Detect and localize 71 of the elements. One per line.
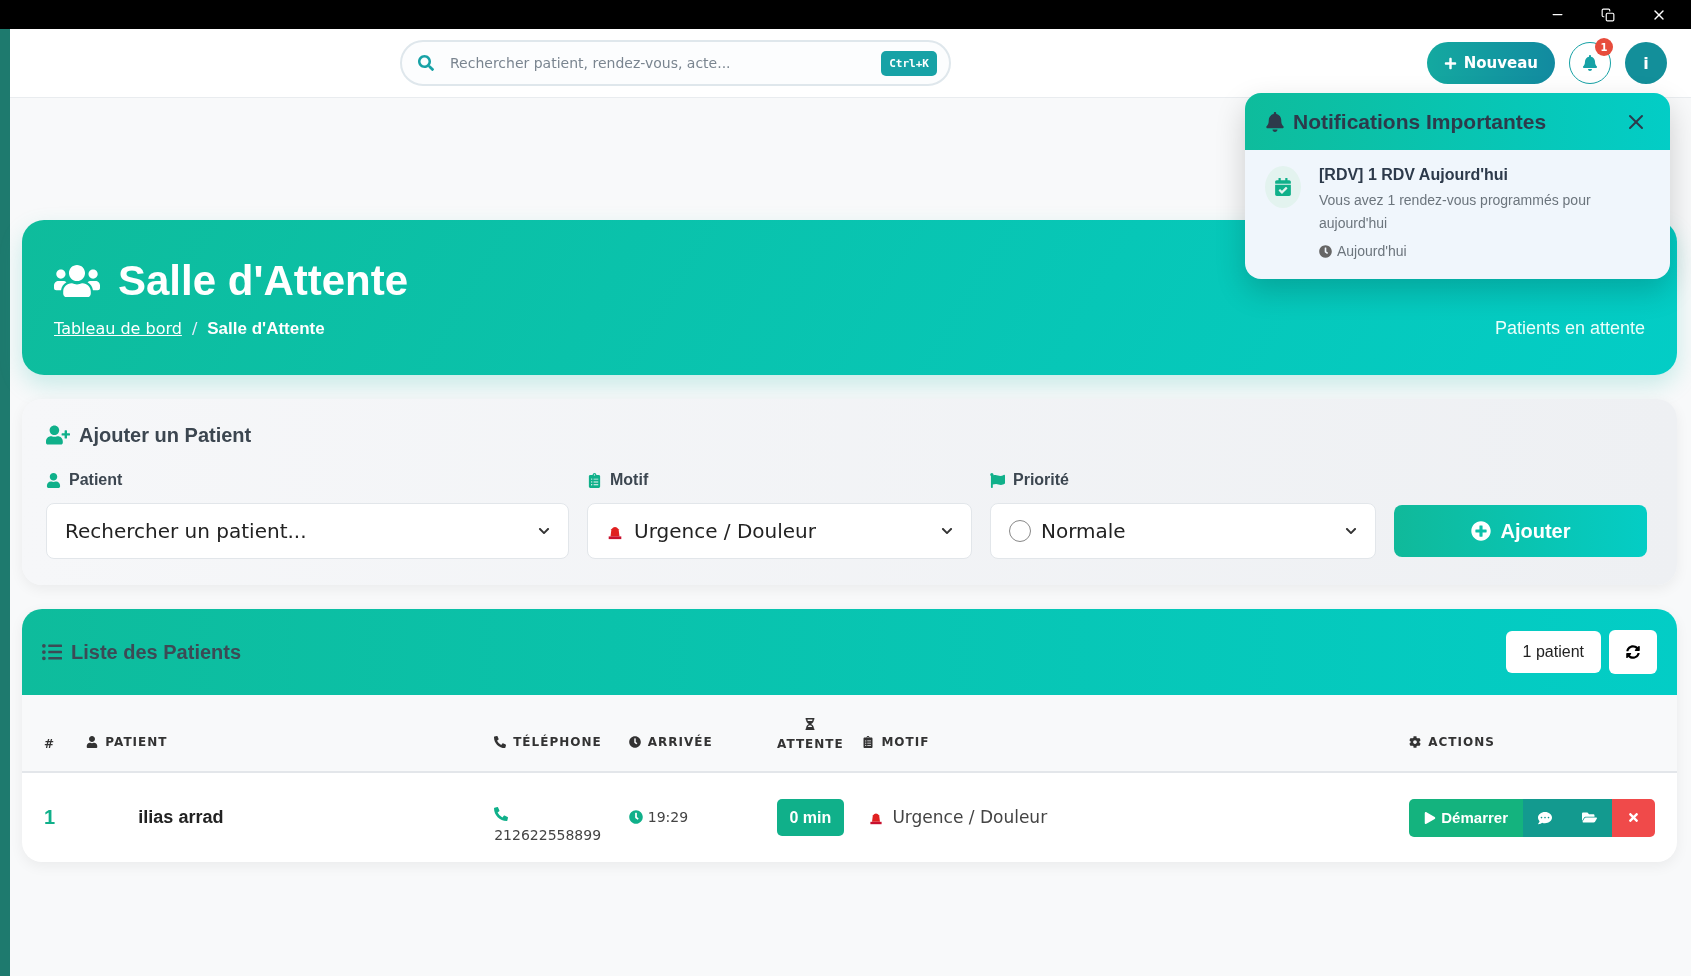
table-cell: Urgence / Douleur [862,772,1410,862]
column-header: # [22,695,87,772]
user-plus-icon [46,423,70,447]
clock-icon [628,809,643,824]
refresh-icon [1626,645,1640,659]
breadcrumb-link[interactable]: Tableau de bord [54,319,182,338]
stat-label: Patients en attente [1494,318,1645,339]
bell-icon [1265,111,1285,132]
patient-label-icon [46,472,61,488]
table-cell: 19:29 [628,772,759,862]
patient-column-icon [86,736,99,748]
page-title: Salle d'Attente [54,256,409,305]
column-header: TÉLÉPHONE [494,695,629,772]
message-button[interactable] [1523,798,1567,837]
new-button[interactable]: Nouveau [1426,42,1555,84]
breadcrumb-current: Salle d'Attente [207,318,325,339]
folder-icon [1582,810,1597,825]
notification-badge: 1 [1595,38,1613,56]
table-cell: 1 [22,772,87,862]
wait-badge: 0 min [776,798,845,836]
column-header: ACTIONS [1409,695,1677,772]
column-header: ARRIVÉE [628,695,759,772]
wait-column-icon [804,718,817,730]
info-button[interactable]: i [1625,42,1667,84]
chat-icon [1538,810,1552,825]
select-field[interactable]: Normale [990,503,1376,559]
start-button[interactable]: Démarrer [1409,798,1523,837]
notification-message: Vous avez 1 rendez-vous programmés pour aujourd'hui [1319,191,1592,233]
notification-time: Aujourd'hui [1319,243,1650,259]
chevron-icon [941,525,953,537]
add-button[interactable]: Ajouter [1394,505,1647,557]
field-label: Motif [587,471,972,489]
shortcut-badge: Ctrl+K [881,50,937,76]
card-title: Ajouter un Patient [46,423,1653,447]
calendar-icon [1265,166,1301,208]
field-label: Patient [46,471,569,489]
phone-icon [494,806,509,821]
popup-title: Notifications Importantes [1265,109,1547,134]
plus-icon [1443,56,1457,70]
search-field[interactable]: Rechercher patient, rendez-vous, acte... Ctrl+K [400,40,951,86]
refresh-button[interactable] [1609,630,1657,674]
arrival-column-icon [628,736,641,748]
column-header: ATTENTE [758,695,863,772]
chevron-icon [538,525,550,537]
list-icon [42,642,62,662]
column-header: PATIENT [86,695,495,772]
phone-column-icon [494,736,507,748]
play-icon [1424,811,1437,824]
clock-icon [1319,244,1332,258]
table-cell: ilias arrad [86,772,495,862]
restore-icon[interactable] [1601,7,1615,22]
priority-label-icon [990,472,1005,488]
breadcrumb-separator: / [191,319,198,338]
folder-button[interactable] [1567,798,1612,837]
notification-title: [RDV] 1 RDV Aujourd'hui [1319,166,1509,184]
close-icon [1627,811,1640,824]
select-field[interactable]: Rechercher un patient... [46,503,569,559]
table-cell: 212622558899 [494,772,629,862]
search-icon [418,55,434,71]
field-label: Priorité [990,471,1376,489]
chevron-icon [1345,525,1357,537]
delete-button[interactable] [1612,798,1655,837]
bell-icon [1582,55,1598,71]
motif-column-icon [862,736,875,748]
select-field[interactable]: Urgence / Douleur [587,503,972,559]
card-title: Liste des Patients [42,640,242,664]
patient-count: 1 patient [1505,631,1601,673]
column-header: MOTIF [862,695,1410,772]
motif-label-icon [587,472,602,488]
actions-column-icon [1409,736,1422,748]
search-input[interactable]: Rechercher patient, rendez-vous, acte... [448,54,868,72]
